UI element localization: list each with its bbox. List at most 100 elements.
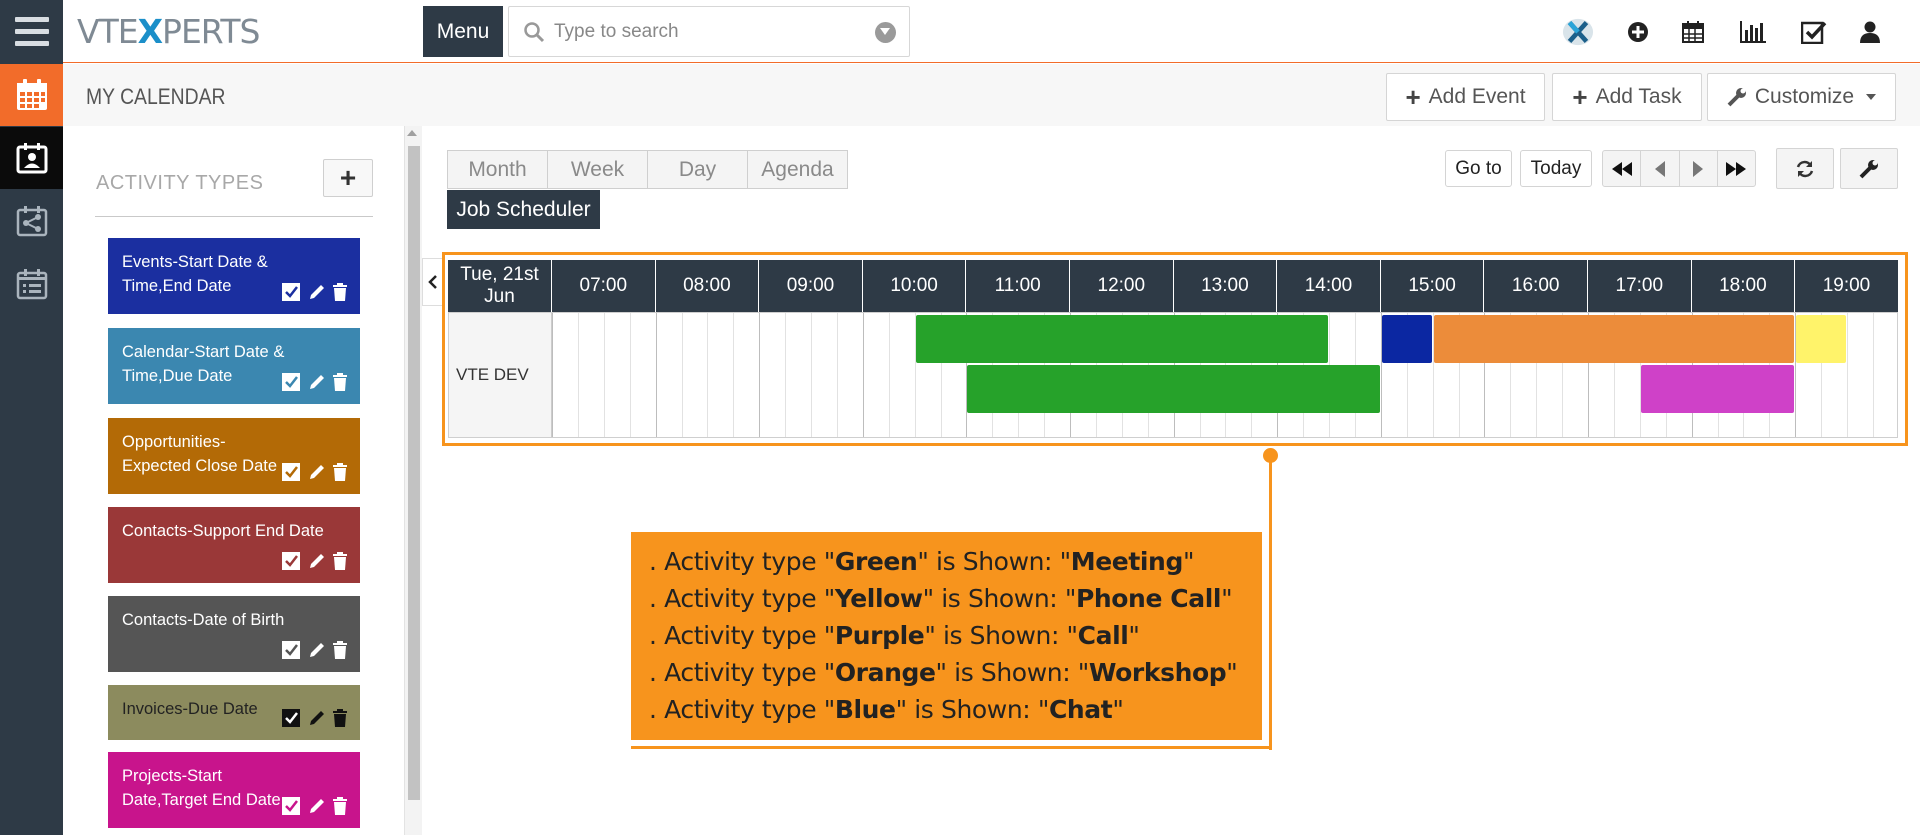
edit-icon[interactable] xyxy=(308,709,326,727)
checkbox-icon[interactable] xyxy=(282,551,302,571)
activity-type-item[interactable]: Calendar-Start Date & Time,Due Date xyxy=(108,328,360,404)
checkbox-icon[interactable] xyxy=(1798,16,1830,48)
refresh-button[interactable] xyxy=(1776,148,1834,189)
today-button[interactable]: Today xyxy=(1520,150,1592,187)
delete-icon[interactable] xyxy=(332,641,348,659)
activity-type-item[interactable]: Events-Start Date & Time,End Date xyxy=(108,238,360,314)
activity-type-item[interactable]: Contacts-Support End Date xyxy=(108,507,360,583)
edit-icon[interactable] xyxy=(308,283,326,301)
tab-week[interactable]: Week xyxy=(547,150,648,189)
add-task-button[interactable]: + Add Task xyxy=(1552,73,1702,121)
delete-icon[interactable] xyxy=(332,797,348,815)
edit-icon[interactable] xyxy=(308,552,326,570)
activity-type-label: Calendar-Start Date & Time,Due Date xyxy=(122,343,285,385)
fast-backward-icon[interactable] xyxy=(1603,151,1642,186)
legend-mid: " is Shown: " xyxy=(917,547,1071,576)
scroll-up-arrow-icon[interactable] xyxy=(407,130,417,136)
legend-suffix: " xyxy=(1221,584,1233,613)
tab-agenda[interactable]: Agenda xyxy=(747,150,848,189)
hour-header: 13:00 xyxy=(1172,260,1277,312)
event-green[interactable] xyxy=(967,365,1380,413)
delete-icon[interactable] xyxy=(332,373,348,391)
checkbox-icon[interactable] xyxy=(282,708,302,728)
grid-line xyxy=(733,313,735,437)
logo[interactable]: VTEXPERTS xyxy=(77,12,260,52)
legend-color: Purple xyxy=(834,621,925,650)
add-icon[interactable] xyxy=(1622,16,1654,48)
add-activity-type-button[interactable]: + xyxy=(323,159,373,197)
prev-icon[interactable] xyxy=(1641,151,1680,186)
event-purple[interactable] xyxy=(1640,365,1795,413)
job-scheduler-button[interactable]: Job Scheduler xyxy=(447,190,600,229)
logo-left: VTE xyxy=(77,12,139,51)
search-box[interactable] xyxy=(508,6,910,57)
activity-type-item[interactable]: Contacts-Date of Birth xyxy=(108,596,360,672)
date-header: Tue, 21st Jun xyxy=(460,264,539,307)
rail-share[interactable] xyxy=(0,190,63,252)
edit-icon[interactable] xyxy=(308,641,326,659)
settings-button[interactable] xyxy=(1840,148,1898,189)
rail-calendar[interactable] xyxy=(0,64,63,126)
menu-button[interactable]: Menu xyxy=(423,6,503,57)
search-input[interactable] xyxy=(554,19,854,45)
grid-line xyxy=(759,313,761,437)
delete-icon[interactable] xyxy=(332,463,348,481)
tab-day[interactable]: Day xyxy=(647,150,748,189)
top-bar: VTEXPERTS Menu xyxy=(63,0,1920,63)
chevron-left-icon xyxy=(428,275,437,289)
customize-button[interactable]: Customize xyxy=(1707,73,1896,121)
legend-type: Chat xyxy=(1048,695,1113,724)
legend-prefix: Activity type " xyxy=(664,621,835,650)
vtexperts-icon[interactable] xyxy=(1562,16,1594,48)
edit-icon[interactable] xyxy=(308,373,326,391)
hour-header: 18:00 xyxy=(1690,260,1795,312)
search-dropdown-icon[interactable] xyxy=(875,22,896,43)
hour-header: 15:00 xyxy=(1379,260,1484,312)
checkbox-icon[interactable] xyxy=(282,640,302,660)
refresh-icon xyxy=(1796,160,1814,177)
activity-type-item[interactable]: Projects-Start Date,Target End Date xyxy=(108,752,360,828)
chart-icon[interactable] xyxy=(1737,16,1769,48)
event-yellow[interactable] xyxy=(1796,315,1846,363)
wrench-icon xyxy=(1727,88,1746,107)
goto-button[interactable]: Go to xyxy=(1445,150,1512,187)
edit-icon[interactable] xyxy=(308,797,326,815)
delete-icon[interactable] xyxy=(332,709,348,727)
date-navigation xyxy=(1602,150,1756,187)
calendar-icon[interactable] xyxy=(1677,16,1709,48)
hour-header: 09:00 xyxy=(758,260,862,312)
plus-icon: + xyxy=(1405,82,1421,112)
grid-line xyxy=(888,313,890,437)
activity-types-title: ACTIVITY TYPES xyxy=(96,172,264,194)
legend-type: Meeting xyxy=(1070,547,1184,576)
activity-type-label: Events-Start Date & Time,End Date xyxy=(122,253,268,295)
rail-list-calendar[interactable] xyxy=(0,253,63,315)
fast-forward-icon[interactable] xyxy=(1718,151,1755,186)
collapse-panel-button[interactable] xyxy=(422,258,444,306)
event-green[interactable] xyxy=(915,315,1328,363)
grid-line xyxy=(836,313,838,437)
checkbox-icon[interactable] xyxy=(282,282,302,302)
scrollbar-thumb[interactable] xyxy=(408,146,420,800)
hour-header: 07:00 xyxy=(551,260,655,312)
checkbox-icon[interactable] xyxy=(282,796,302,816)
activity-type-item[interactable]: Invoices-Due Date xyxy=(108,685,360,740)
add-event-button[interactable]: + Add Event xyxy=(1386,73,1545,121)
activity-type-item[interactable]: Opportunities-Expected Close Date xyxy=(108,418,360,494)
legend-item: . Activity type "Purple" is Shown: "Call… xyxy=(649,621,1140,650)
tab-month[interactable]: Month xyxy=(447,150,548,189)
event-orange[interactable] xyxy=(1433,315,1795,363)
event-blue[interactable] xyxy=(1381,315,1432,363)
checkbox-icon[interactable] xyxy=(282,372,302,392)
user-icon[interactable] xyxy=(1854,16,1886,48)
checkbox-icon[interactable] xyxy=(282,462,302,482)
rail-contact-calendar[interactable] xyxy=(0,127,63,189)
hour-header: 10:00 xyxy=(861,260,966,312)
next-icon[interactable] xyxy=(1680,151,1718,186)
delete-icon[interactable] xyxy=(332,283,348,301)
delete-icon[interactable] xyxy=(332,552,348,570)
legend-color: Blue xyxy=(834,695,896,724)
hamburger-icon[interactable] xyxy=(0,0,63,63)
legend-mid: " is Shown: " xyxy=(895,695,1050,724)
edit-icon[interactable] xyxy=(308,463,326,481)
